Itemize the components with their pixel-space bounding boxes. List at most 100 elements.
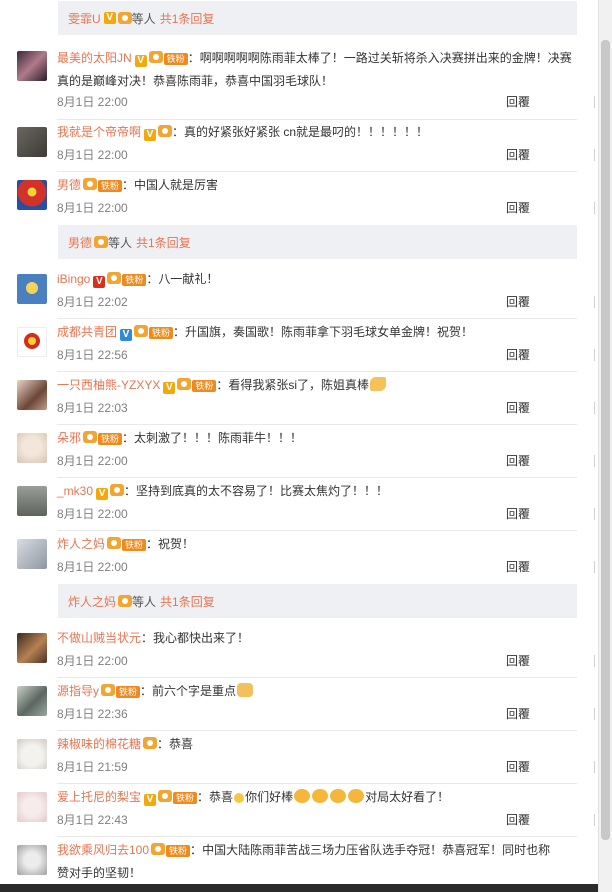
reply-button[interactable]: 回覆	[506, 346, 530, 363]
member-badge-icon	[148, 51, 163, 63]
comment-text: 我就是个帝帝啊 V ：真的好紧张好紧张 cn就是最叼的！！！！！！	[57, 125, 429, 141]
comment-username[interactable]: 成都共青团	[57, 325, 117, 339]
reply-button[interactable]: 回覆	[506, 811, 530, 828]
comment-username[interactable]: 辣椒味的棉花糖	[57, 737, 141, 751]
reply-button[interactable]: 回覆	[506, 146, 530, 163]
divider	[594, 402, 595, 414]
avatar[interactable]	[17, 127, 47, 157]
comment-time: 8月1日 22:03	[57, 401, 128, 415]
member-badge-icon	[134, 325, 149, 337]
comment-username[interactable]: 一只西柚熊-YZXYX	[57, 378, 160, 392]
thumbs-up-emoji-icon	[237, 683, 254, 697]
member-badge-icon	[110, 484, 125, 496]
comment-username[interactable]: 不做山贼当状元	[57, 631, 141, 645]
avatar[interactable]	[17, 539, 47, 569]
comment-username[interactable]: 最美的太阳JN	[57, 51, 132, 65]
avatar[interactable]	[17, 486, 47, 516]
comment-separator	[57, 318, 577, 319]
comment-body: 恭喜	[169, 737, 194, 751]
comment-username[interactable]: 我欲乘风归去100	[57, 843, 149, 857]
comment-time: 8月1日 22:36	[57, 707, 128, 721]
comment-meta: 8月1日 22:36 回覆 2	[57, 705, 612, 723]
comment-text: 爱上托尼的梨宝 V 铁粉 ：恭喜 你们好棒 对局太好看了！	[57, 789, 450, 806]
comment-body: 祝贺！	[158, 537, 195, 551]
divider	[594, 202, 595, 214]
comment-text: 一只西柚熊-YZXYX V 铁粉 ：看得我紧张si了，陈姐真棒	[57, 374, 582, 397]
avatar[interactable]	[17, 686, 47, 716]
comment-username[interactable]: 炸人之妈	[57, 537, 105, 551]
avatar[interactable]	[17, 433, 47, 463]
divider	[594, 296, 595, 308]
comment-meta: 8月1日 22:00 回覆 6	[57, 199, 612, 217]
avatar[interactable]	[17, 274, 47, 304]
comment-username[interactable]: 朵邪	[57, 431, 81, 445]
comment-meta: 8月1日 22:03 回覆 5	[57, 399, 612, 417]
reply-button[interactable]: 回覆	[506, 758, 530, 775]
reply-bar-more-link[interactable]: 共1条回复	[136, 234, 191, 251]
reply-button[interactable]: 回覆	[506, 399, 530, 416]
celebrating-face-icon	[294, 789, 311, 803]
reply-button[interactable]: 回覆	[506, 293, 530, 310]
reply-button[interactable]: 回覆	[506, 93, 530, 110]
comment-username[interactable]: iBingo	[57, 272, 90, 286]
verified-badge-icon: V	[103, 12, 116, 24]
fan-badge: 铁粉	[98, 180, 123, 192]
reply-bar-user[interactable]: 炸人之妈	[68, 593, 116, 610]
divider	[594, 708, 595, 720]
comment-time: 8月1日 21:59	[57, 760, 128, 774]
avatar[interactable]	[17, 792, 47, 822]
comment-username[interactable]: _mk30	[57, 484, 93, 498]
comment-username[interactable]: 爱上托尼的梨宝	[57, 790, 141, 804]
reply-bar-more-link[interactable]: 共1条回复	[160, 593, 215, 610]
sparkle-emoji-icon	[234, 793, 245, 803]
comment-body: 坚持到底真的太不容易了！比赛太焦灼了！！！	[136, 484, 389, 498]
avatar[interactable]	[17, 180, 47, 210]
reply-bar-user[interactable]: 男德	[68, 234, 92, 251]
reply-button[interactable]: 回覆	[506, 558, 530, 575]
divider	[594, 814, 595, 826]
member-badge-icon	[94, 236, 109, 248]
avatar[interactable]	[17, 739, 47, 769]
comment-separator	[57, 730, 577, 731]
comment-body: 八一献礼！	[158, 272, 219, 286]
reply-button[interactable]: 回覆	[506, 452, 530, 469]
member-badge-icon	[101, 684, 116, 696]
comment-time: 8月1日 22:02	[57, 295, 128, 309]
replies-summary-bar[interactable]: 男德 等人 共1条回复	[58, 225, 577, 259]
verified-badge-icon: V	[144, 794, 157, 806]
comment-body-cont: 真的是巅峰对决！恭喜陈雨菲，恭喜中国羽毛球队！	[57, 74, 334, 88]
reply-button[interactable]: 回覆	[506, 199, 530, 216]
fan-badge: 铁粉	[173, 792, 198, 804]
member-badge-icon	[83, 178, 98, 190]
divider	[594, 508, 595, 520]
divider	[594, 655, 595, 667]
reply-button[interactable]: 回覆	[506, 652, 530, 669]
verified-badge-icon: V	[96, 488, 109, 500]
reply-button[interactable]: 回覆	[506, 705, 530, 722]
scrollbar[interactable]	[598, 0, 612, 892]
comment-text: 辣椒味的棉花糖 ：恭喜	[57, 737, 194, 751]
comment-text: 我欲乘风归去100 铁粉 ：中国大陆陈雨菲苦战三场力压省队选手夺冠！恭喜冠军！同时也…	[57, 843, 551, 880]
member-badge-icon	[158, 125, 173, 137]
avatar[interactable]	[17, 380, 47, 410]
comment-text: 最美的太阳JN V 铁粉 ：啊啊啊啊啊陈雨菲太棒了！一路过关斩将杀入决赛拼出来的金牌！…	[57, 51, 572, 88]
comment-body: 前六个字是重点	[152, 684, 237, 698]
avatar[interactable]	[17, 633, 47, 663]
fan-badge: 铁粉	[163, 53, 188, 65]
avatar[interactable]	[17, 845, 47, 875]
member-badge-icon	[177, 378, 192, 390]
divider	[594, 561, 595, 573]
reply-bar-user[interactable]: 雯霏U	[68, 10, 101, 27]
reply-bar-more-link[interactable]: 共1条回复	[160, 10, 215, 27]
replies-summary-bar[interactable]: 炸人之妈 等人 共1条回复	[58, 584, 577, 618]
comment-username[interactable]: 源指导y	[57, 684, 99, 698]
scrollbar-thumb[interactable]	[601, 40, 610, 840]
comment-body-cont: 赞对手的坚韧！	[57, 866, 142, 880]
comment-username[interactable]: 我就是个帝帝啊	[57, 125, 141, 139]
avatar[interactable]	[17, 51, 47, 81]
comment-username[interactable]: 男德	[57, 178, 81, 192]
replies-summary-bar[interactable]: 雯霏U V 等人 共1条回复	[58, 1, 577, 35]
avatar[interactable]	[17, 327, 47, 357]
comment-meta: 8月1日 22:00 回覆 9	[57, 93, 612, 111]
reply-button[interactable]: 回覆	[506, 505, 530, 522]
